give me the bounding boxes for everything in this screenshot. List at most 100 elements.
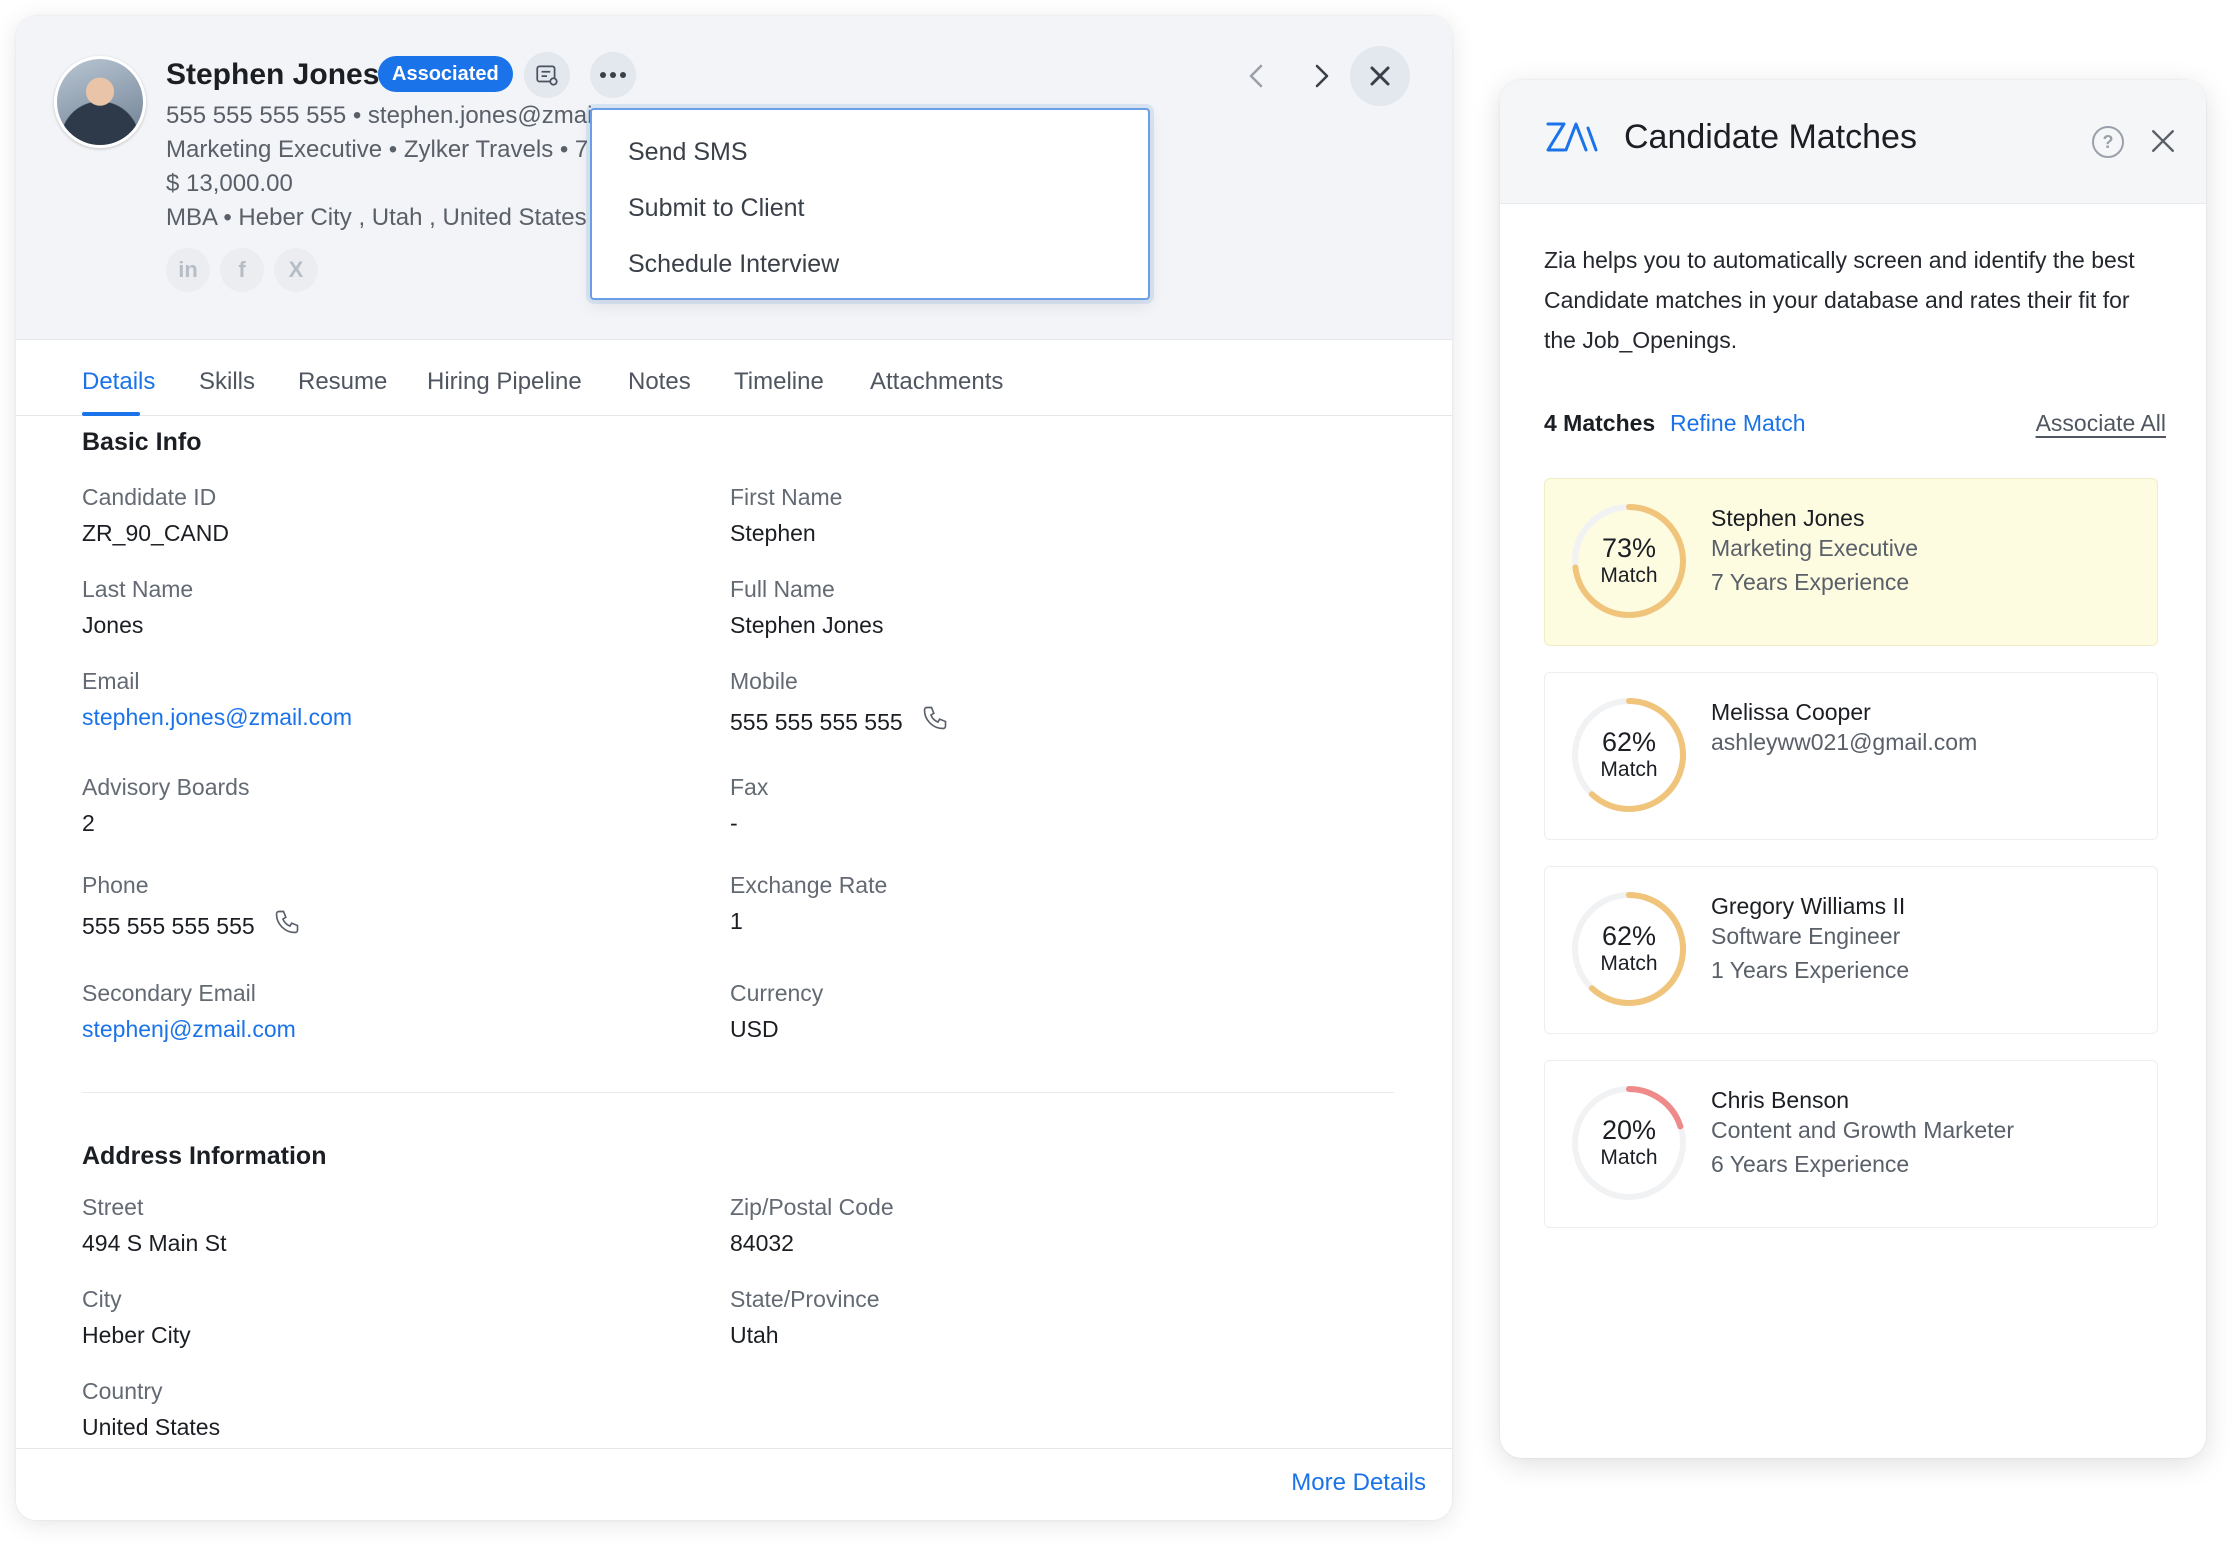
field-value-state: Utah (730, 1322, 779, 1348)
close-card-button[interactable] (1350, 46, 1410, 106)
match-candidate-line1: Marketing Executive (1711, 535, 1919, 561)
help-icon[interactable]: ? (2092, 126, 2124, 158)
match-candidate-name: Melissa Cooper (1711, 699, 1871, 725)
field-value-street: 494 S Main St (82, 1230, 227, 1256)
match-label: Match (1600, 952, 1658, 975)
status-badge: Associated (378, 56, 513, 92)
field-label: City (82, 1286, 122, 1312)
field-value-phone: 555 555 555 555 (82, 908, 301, 940)
next-record-button[interactable] (1306, 60, 1338, 92)
field-value-zip: 84032 (730, 1230, 794, 1256)
field-value-last-name: Jones (82, 612, 144, 638)
menu-item-schedule-interview[interactable]: Schedule Interview (592, 236, 1148, 292)
email-link[interactable]: stephen.jones@zmail.com (82, 704, 352, 731)
close-icon (2152, 130, 2174, 152)
active-tab-indicator (82, 412, 140, 416)
tab-details[interactable]: Details (82, 368, 155, 396)
associate-all-link[interactable]: Associate All (2036, 410, 2166, 437)
match-candidate-line2: 7 Years Experience (1711, 569, 1910, 595)
field-value-exchange-rate: 1 (730, 908, 743, 934)
menu-item-submit-to-client[interactable]: Submit to Client (592, 180, 1148, 236)
field-label: Secondary Email (82, 980, 256, 1006)
match-label: Match (1600, 1146, 1658, 1169)
more-dots-icon (600, 72, 626, 78)
card-footer: More Details (16, 1448, 1452, 1520)
phone-call-icon[interactable] (273, 908, 301, 936)
match-card[interactable]: 20% Match Chris Benson Content and Growth M… (1544, 1060, 2158, 1228)
match-candidate-name: Chris Benson (1711, 1087, 1850, 1113)
notes-icon (536, 65, 558, 86)
match-percent: 62% (1601, 727, 1657, 757)
candidate-name: Stephen Jones (166, 58, 380, 91)
more-options-menu: Send SMS Submit to Client Schedule Inter… (590, 108, 1150, 300)
field-label: Country (82, 1378, 163, 1404)
candidate-contact-line: 555 555 555 555 • stephen.jones@zmai (166, 102, 593, 129)
tab-hiring-pipeline[interactable]: Hiring Pipeline (427, 368, 582, 396)
field-value-mobile: 555 555 555 555 (730, 704, 949, 736)
panel-description: Zia helps you to automatically screen an… (1544, 247, 2135, 353)
notes-icon-button[interactable] (524, 52, 570, 98)
match-candidate-line2: 1 Years Experience (1711, 957, 1910, 983)
candidate-matches-panel: Candidate Matches ? Zia helps you to aut… (1500, 80, 2206, 1458)
match-candidate-line2: 6 Years Experience (1711, 1151, 1910, 1177)
secondary-email-link[interactable]: stephenj@zmail.com (82, 1016, 296, 1043)
match-candidate-line1: Content and Growth Marketer (1711, 1117, 2014, 1143)
phone-call-icon[interactable] (921, 704, 949, 732)
candidate-education-location: MBA • Heber City , Utah , United States … (166, 204, 602, 231)
field-label: State/Province (730, 1286, 880, 1312)
match-card[interactable]: 73% Match Stephen Jones Marketing Executive… (1544, 478, 2158, 646)
field-label: Advisory Boards (82, 774, 250, 800)
candidate-job-line: Marketing Executive • Zylker Travels • 7 (166, 136, 589, 163)
candidate-salary: $ 13,000.00 (166, 170, 293, 197)
candidate-card: Stephen Jones Associated 555 555 555 555… (16, 16, 1452, 1520)
match-card[interactable]: 62% Match Gregory Williams II Software Engi… (1544, 866, 2158, 1034)
tab-notes[interactable]: Notes (628, 368, 691, 396)
zia-logo-icon (1546, 122, 1598, 152)
x-twitter-icon[interactable]: X (274, 248, 318, 292)
previous-record-button[interactable] (1240, 60, 1272, 92)
matches-count: 4 Matches (1544, 410, 1656, 436)
match-score: 20% Match (1567, 1081, 1691, 1205)
field-label: Exchange Rate (730, 872, 888, 898)
facebook-icon[interactable]: f (220, 248, 264, 292)
field-label: Candidate ID (82, 484, 217, 510)
match-card[interactable]: 62% Match Melissa Cooper ashleyww021@gmail.… (1544, 672, 2158, 840)
record-tabs: Details Skills Resume Hiring Pipeline No… (16, 340, 1452, 416)
match-candidate-line1: ashleyww021@gmail.com (1711, 729, 1978, 755)
field-label: Zip/Postal Code (730, 1194, 894, 1220)
field-label: Street (82, 1194, 144, 1220)
field-label: First Name (730, 484, 843, 510)
field-label: Email (82, 668, 140, 694)
tab-attachments[interactable]: Attachments (870, 368, 1003, 396)
field-label: Full Name (730, 576, 835, 602)
match-score: 62% Match (1567, 887, 1691, 1011)
field-label: Currency (730, 980, 824, 1006)
menu-item-send-sms[interactable]: Send SMS (592, 124, 1148, 180)
match-candidate-line1: Software Engineer (1711, 923, 1901, 949)
more-options-button[interactable] (590, 52, 636, 98)
field-label: Fax (730, 774, 769, 800)
mobile-number: 555 555 555 555 (730, 709, 903, 735)
linkedin-icon[interactable]: in (166, 248, 210, 292)
close-panel-button[interactable] (2150, 128, 2176, 159)
match-label: Match (1600, 758, 1658, 781)
phone-number: 555 555 555 555 (82, 913, 255, 939)
refine-match-link[interactable]: Refine Match (1670, 410, 1806, 437)
field-value-city: Heber City (82, 1322, 191, 1348)
candidate-avatar (54, 56, 146, 148)
match-percent: 62% (1601, 921, 1657, 951)
more-details-link[interactable]: More Details (1291, 1469, 1426, 1497)
field-value-full-name: Stephen Jones (730, 612, 884, 638)
section-title-basic-info: Basic Info (82, 428, 202, 456)
field-value-candidate-id: ZR_90_CAND (82, 520, 229, 546)
tab-resume[interactable]: Resume (298, 368, 387, 396)
field-label: Mobile (730, 668, 798, 694)
tab-skills[interactable]: Skills (199, 368, 255, 396)
field-value-country: United States (82, 1414, 221, 1440)
field-label: Last Name (82, 576, 194, 602)
tab-timeline[interactable]: Timeline (734, 368, 824, 396)
field-value-currency: USD (730, 1016, 779, 1042)
field-label: Phone (82, 872, 149, 898)
section-title-address: Address Information (82, 1142, 327, 1170)
match-score: 73% Match (1567, 499, 1691, 623)
